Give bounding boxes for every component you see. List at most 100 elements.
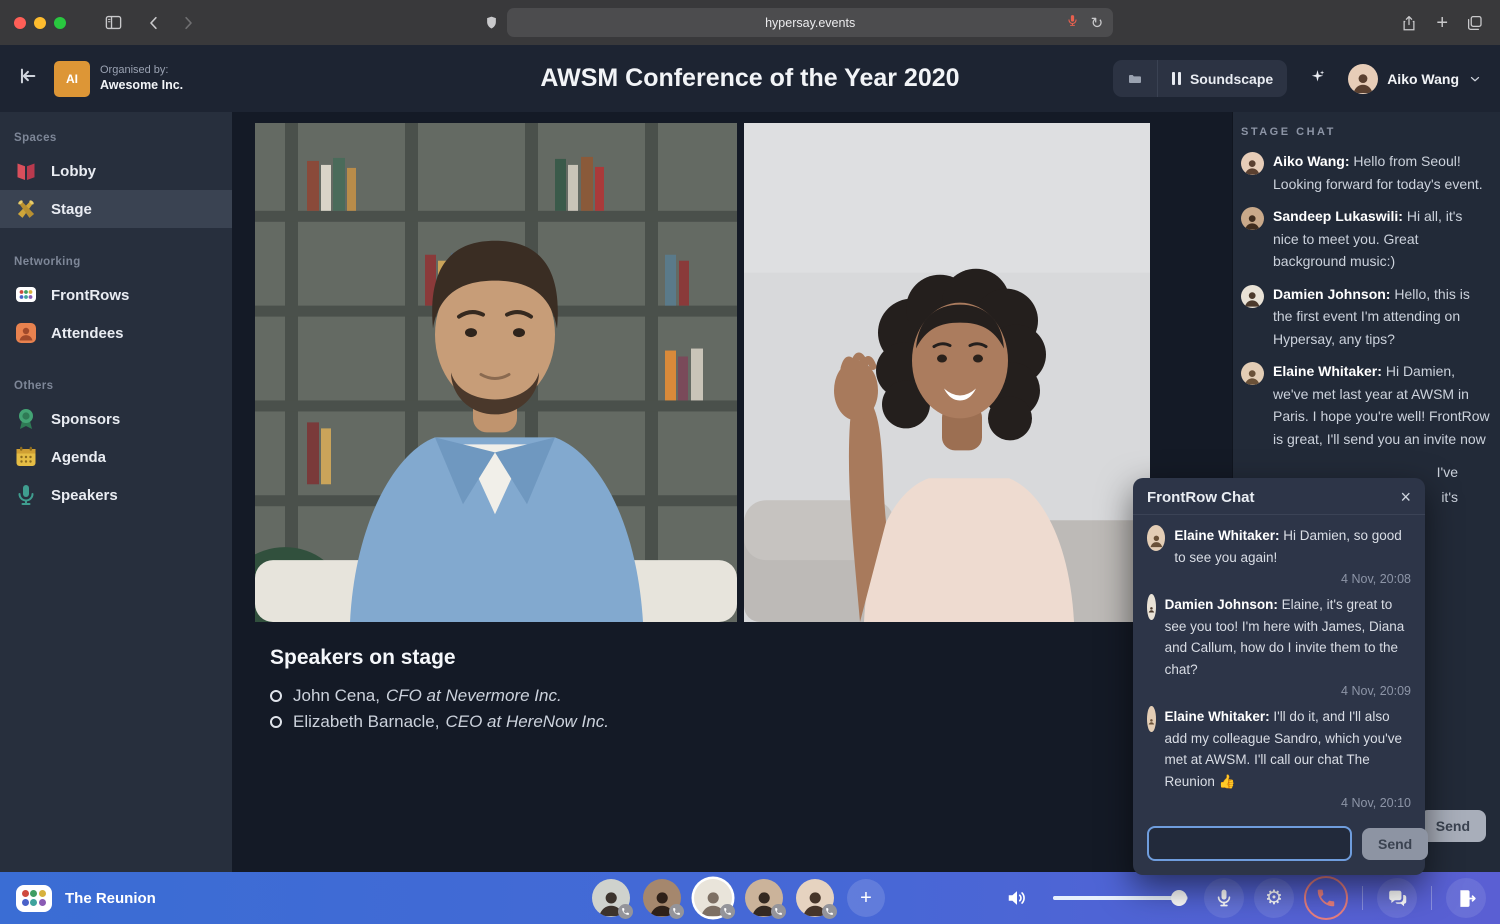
speaker-list-item: John Cena,CFO at Nevermore Inc. [270, 683, 609, 709]
chat-message: Aiko Wang: Hello from Seoul! Looking for… [1241, 150, 1490, 195]
chat-message: Damien Johnson: Elaine, it's great to se… [1147, 594, 1411, 680]
user-menu[interactable]: Aiko Wang [1348, 64, 1482, 94]
chat-message: Elaine Whitaker: Hi Damien, so good to s… [1147, 525, 1411, 568]
hangup-button[interactable] [1304, 876, 1348, 920]
frontrow-chat-input[interactable] [1147, 826, 1352, 861]
message-timestamp: 4 Nov, 20:09 [1147, 684, 1411, 698]
frontrow-chat-popup: FrontRow Chat × Elaine Whitaker: Hi Dami… [1133, 478, 1425, 875]
shield-icon[interactable] [484, 15, 499, 30]
stage-chat-title: STAGE CHAT [1241, 126, 1490, 138]
browser-forward-icon[interactable] [179, 14, 197, 32]
leave-room-button[interactable] [1446, 878, 1486, 918]
participant-avatar[interactable] [745, 879, 783, 917]
avatar [1241, 362, 1264, 385]
stage-chat-send-button[interactable]: Send [1420, 810, 1486, 842]
organiser-logo: AI [54, 61, 90, 97]
browser-chrome: hypersay.events ↻ + [0, 0, 1500, 45]
user-avatar [1348, 64, 1378, 94]
reload-icon[interactable]: ↻ [1091, 14, 1104, 32]
sparkle-icon[interactable] [1309, 68, 1326, 90]
sidebar-item-sponsors[interactable]: Sponsors [0, 400, 232, 438]
phone-badge-icon [669, 904, 684, 919]
organised-by-label: Organised by: [100, 64, 183, 78]
phone-badge-icon [720, 904, 735, 919]
speakers-heading: Speakers on stage [270, 646, 609, 670]
add-participant-button[interactable]: + [847, 879, 885, 917]
event-header: AI Organised by: Awesome Inc. AWSM Confe… [0, 45, 1500, 112]
avatar [1241, 285, 1264, 308]
frontrow-chat-send-button[interactable]: Send [1362, 828, 1428, 860]
stage-video-elizabeth [744, 123, 1150, 622]
exit-event-icon[interactable] [16, 65, 38, 92]
divider [1431, 886, 1432, 910]
tab-microphone-icon[interactable] [1066, 14, 1079, 32]
message-timestamp: 4 Nov, 20:08 [1147, 572, 1411, 586]
stage-icon [14, 197, 38, 221]
chat-message: Elaine Whitaker: I'll do it, and I'll al… [1147, 706, 1411, 792]
section-label-others: Others [0, 374, 232, 400]
settings-button[interactable]: ⚙ [1254, 878, 1294, 918]
zoom-window-button[interactable] [54, 17, 66, 29]
sidebar-item-attendees[interactable]: Attendees [0, 314, 232, 352]
speaker-bullet-icon [270, 716, 282, 728]
chat-message: Elaine Whitaker: Hi Damien, we've met la… [1241, 360, 1490, 450]
soundscape-control: Soundscape [1113, 60, 1287, 97]
avatar [1241, 207, 1264, 230]
share-icon[interactable] [1400, 14, 1418, 32]
window-controls [14, 17, 74, 29]
stage-area: Speakers on stage John Cena,CFO at Never… [232, 112, 1232, 872]
organiser-name: Awesome Inc. [100, 78, 183, 94]
avatar [1241, 152, 1264, 175]
avatar [1147, 525, 1165, 551]
participant-avatar-active[interactable] [694, 879, 732, 917]
speakers-icon [14, 483, 38, 507]
sidebar-item-lobby[interactable]: Lobby [0, 152, 232, 190]
sidebar-item-stage[interactable]: Stage [0, 190, 232, 228]
participant-avatar[interactable] [643, 879, 681, 917]
new-tab-icon[interactable]: + [1436, 13, 1448, 33]
stage-video-john [255, 123, 737, 622]
phone-badge-icon [822, 904, 837, 919]
frontrows-icon [14, 283, 38, 307]
section-label-spaces: Spaces [0, 126, 232, 152]
speaker-icon[interactable] [997, 878, 1037, 918]
agenda-icon [14, 445, 38, 469]
browser-back-icon[interactable] [145, 14, 163, 32]
url-text: hypersay.events [765, 16, 855, 30]
speaker-list-item: Elizabeth Barnacle,CEO at HereNow Inc. [270, 709, 609, 735]
frontrow-chat-title: FrontRow Chat [1147, 489, 1254, 506]
lobby-icon [14, 159, 38, 183]
message-timestamp: 4 Nov, 20:10 [1147, 796, 1411, 810]
sponsors-icon [14, 407, 38, 431]
close-icon[interactable]: × [1400, 488, 1411, 506]
phone-badge-icon [618, 904, 633, 919]
participant-avatar[interactable] [592, 879, 630, 917]
attendees-icon [14, 321, 38, 345]
user-name: Aiko Wang [1387, 71, 1459, 87]
frontrow-room[interactable]: The Reunion [16, 885, 156, 912]
sidebar-item-agenda[interactable]: Agenda [0, 438, 232, 476]
avatar [1147, 706, 1156, 732]
tab-overview-icon[interactable] [1466, 14, 1484, 32]
volume-slider[interactable] [1053, 896, 1188, 900]
microphone-button[interactable] [1204, 878, 1244, 918]
sidebar-item-frontrows[interactable]: FrontRows [0, 276, 232, 314]
close-window-button[interactable] [14, 17, 26, 29]
browser-sidebar-icon[interactable] [104, 13, 123, 32]
chat-button[interactable] [1377, 878, 1417, 918]
speaker-bullet-icon [270, 690, 282, 702]
sidebar-item-speakers[interactable]: Speakers [0, 476, 232, 514]
soundscape-button[interactable]: Soundscape [1157, 60, 1287, 97]
pause-icon [1172, 72, 1181, 85]
backstage-button[interactable] [1113, 60, 1157, 97]
frontrow-bar: The Reunion + ⚙ [0, 872, 1500, 924]
participant-avatar[interactable] [796, 879, 834, 917]
phone-badge-icon [771, 904, 786, 919]
url-bar[interactable]: hypersay.events ↻ [507, 8, 1113, 37]
participant-avatars: + [592, 879, 885, 917]
frontrow-icon [16, 885, 52, 912]
room-name: The Reunion [65, 890, 156, 907]
minimize-window-button[interactable] [34, 17, 46, 29]
divider [1362, 886, 1363, 910]
volume-knob[interactable] [1171, 890, 1187, 906]
